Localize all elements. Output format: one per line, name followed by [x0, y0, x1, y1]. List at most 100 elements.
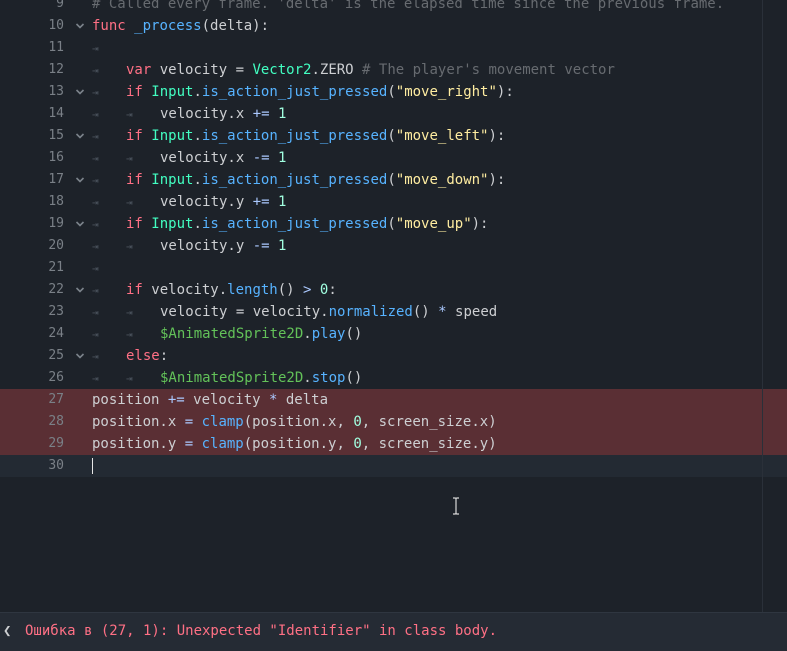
code-text[interactable]: ⇥ if Input.is_action_just_pressed("move_u… — [92, 213, 488, 236]
code-text[interactable]: ⇥ ⇥ velocity.x += 1 — [92, 103, 286, 126]
code-text[interactable]: ⇥ — [92, 257, 126, 280]
code-line[interactable]: 26 ⇥ ⇥ $AnimatedSprite2D.stop() — [0, 367, 787, 389]
chevron-left-icon[interactable]: ❮ — [3, 623, 11, 639]
tab-arrow-icon: ⇥ — [126, 108, 133, 121]
code-token: if — [126, 216, 143, 232]
code-text[interactable]: ⇥ var velocity = Vector2.ZERO # The playe… — [92, 59, 615, 82]
code-line[interactable]: 22 ⇥ if velocity.length() > 0: — [0, 279, 787, 301]
line-number: 22 — [48, 282, 64, 297]
tab-arrow-icon: ⇥ — [126, 306, 133, 319]
tab-arrow-icon: ⇥ — [126, 240, 133, 253]
code-token: play — [311, 326, 346, 342]
code-token: velocity. — [142, 282, 228, 298]
line-number: 20 — [48, 238, 64, 253]
code-line[interactable]: 17 ⇥ if Input.is_action_just_pressed("move… — [0, 169, 787, 191]
code-token: length — [227, 282, 278, 298]
code-text[interactable]: ⇥ ⇥ velocity = velocity.normalized() * spe… — [92, 301, 497, 324]
code-line[interactable]: 24 ⇥ ⇥ $AnimatedSprite2D.play() — [0, 323, 787, 345]
code-line[interactable]: 16 ⇥ ⇥ velocity.x -= 1 — [0, 147, 787, 169]
line-number: 17 — [48, 172, 64, 187]
code-text[interactable]: # Called every frame. 'delta' is the ela… — [92, 0, 724, 15]
code-text[interactable]: ⇥ ⇥ velocity.y -= 1 — [92, 235, 286, 258]
code-text[interactable]: position.x = clamp(position.x, 0, screen… — [92, 411, 497, 433]
code-token: * — [438, 304, 447, 320]
tab-arrow-icon: ⇥ — [92, 196, 99, 209]
code-text[interactable]: ⇥ if Input.is_action_just_pressed("move_l… — [92, 125, 505, 148]
code-line[interactable]: 18 ⇥ ⇥ velocity.y += 1 — [0, 191, 787, 213]
tab-arrow-icon: ⇥ — [92, 350, 99, 363]
code-token: , screen_size.x) — [361, 414, 497, 430]
code-line[interactable]: 30 — [0, 455, 787, 477]
code-token: . — [193, 172, 202, 188]
code-line[interactable]: 23 ⇥ ⇥ velocity = velocity.normalized() * s… — [0, 301, 787, 323]
tab-arrow-icon: ⇥ — [92, 328, 99, 341]
code-line[interactable]: 21 ⇥ — [0, 257, 787, 279]
code-text[interactable]: ⇥ if Input.is_action_just_pressed("move_r… — [92, 81, 514, 104]
code-text[interactable]: ⇥ if Input.is_action_just_pressed("move_d… — [92, 169, 505, 192]
code-line[interactable]: 14 ⇥ ⇥ velocity.x += 1 — [0, 103, 787, 125]
chevron-down-icon[interactable] — [74, 345, 86, 367]
code-token: .ZERO — [311, 62, 363, 78]
tab-arrow-icon: ⇥ — [92, 64, 99, 77]
tab-arrow-icon: ⇥ — [92, 174, 99, 187]
code-line[interactable]: 28 position.x = clamp(position.x, 0, scre… — [0, 411, 787, 433]
chevron-down-icon[interactable] — [74, 213, 86, 235]
code-line[interactable]: 11 ⇥ — [0, 37, 787, 59]
code-token: velocity = — [151, 62, 253, 78]
code-token: ): — [488, 128, 506, 144]
code-token: "move_right" — [395, 84, 497, 100]
code-token: is_action_just_pressed — [201, 216, 388, 232]
code-token: -= — [252, 150, 270, 166]
code-text[interactable]: position += velocity * delta — [92, 389, 328, 411]
code-token: clamp — [201, 436, 244, 452]
code-token: position — [92, 392, 168, 408]
code-token: is_action_just_pressed — [201, 84, 388, 100]
code-line[interactable]: 25 ⇥ else: — [0, 345, 787, 367]
code-token: . — [193, 84, 202, 100]
code-line[interactable]: 27 position += velocity * delta — [0, 389, 787, 411]
code-token: if — [126, 282, 143, 298]
code-token: # Called every frame. 'delta' is the ela… — [92, 0, 725, 12]
code-line[interactable]: 10 func _process(delta): — [0, 15, 787, 37]
code-text[interactable]: position.y = clamp(position.y, 0, screen… — [92, 433, 497, 455]
line-number: 19 — [48, 216, 64, 231]
code-token: () — [345, 326, 363, 342]
code-text[interactable]: ⇥ ⇥ $AnimatedSprite2D.play() — [92, 323, 362, 346]
code-line[interactable]: 13 ⇥ if Input.is_action_just_pressed("move… — [0, 81, 787, 103]
code-line[interactable]: 29 position.y = clamp(position.y, 0, scre… — [0, 433, 787, 455]
code-line[interactable]: 12 ⇥ var velocity = Vector2.ZERO # The pla… — [0, 59, 787, 81]
code-token: += — [252, 106, 270, 122]
chevron-down-icon[interactable] — [74, 125, 86, 147]
code-text[interactable]: ⇥ — [92, 37, 126, 60]
chevron-down-icon[interactable] — [74, 279, 86, 301]
tab-arrow-icon: ⇥ — [92, 284, 99, 297]
code-token: "move_down" — [395, 172, 489, 188]
code-line[interactable]: 15 ⇥ if Input.is_action_just_pressed("move… — [0, 125, 787, 147]
code-text[interactable]: ⇥ ⇥ velocity.x -= 1 — [92, 147, 286, 170]
code-editor[interactable]: 9 # Called every frame. 'delta' is the el… — [0, 0, 787, 612]
code-token: 1 — [278, 106, 287, 122]
code-token: clamp — [201, 414, 244, 430]
tab-arrow-icon: ⇥ — [92, 108, 99, 121]
code-text[interactable]: ⇥ ⇥ $AnimatedSprite2D.stop() — [92, 367, 362, 390]
code-line[interactable]: 19 ⇥ if Input.is_action_just_pressed("move… — [0, 213, 787, 235]
chevron-down-icon[interactable] — [74, 15, 86, 37]
code-text[interactable]: func _process(delta): — [92, 15, 269, 37]
code-text[interactable]: ⇥ ⇥ velocity.y += 1 — [92, 191, 286, 214]
chevron-down-icon[interactable] — [74, 169, 86, 191]
code-line[interactable]: 9 # Called every frame. 'delta' is the el… — [0, 0, 787, 15]
code-token: (position.x, — [243, 414, 354, 430]
code-token: . — [193, 216, 202, 232]
text-caret — [92, 458, 93, 474]
code-line[interactable]: 20 ⇥ ⇥ velocity.y -= 1 — [0, 235, 787, 257]
code-text[interactable]: ⇥ if velocity.length() > 0: — [92, 279, 337, 302]
code-text[interactable]: ⇥ else: — [92, 345, 168, 368]
error-message[interactable]: Ошибка в (27, 1): Unexpected "Identifier… — [25, 623, 497, 639]
code-token: $AnimatedSprite2D — [160, 370, 304, 386]
vertical-scrollbar-track[interactable] — [762, 0, 763, 612]
chevron-down-icon[interactable] — [74, 81, 86, 103]
code-lines[interactable]: 9 # Called every frame. 'delta' is the el… — [0, 0, 787, 477]
line-number: 26 — [48, 370, 64, 385]
